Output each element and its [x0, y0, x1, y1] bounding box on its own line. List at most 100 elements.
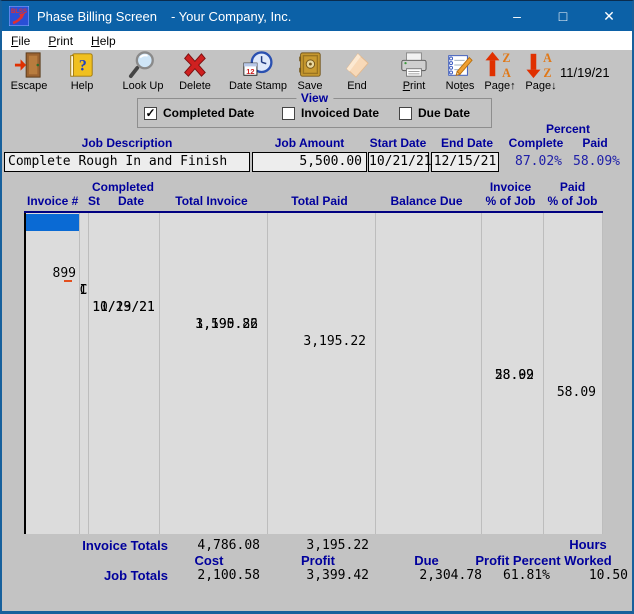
col-completed-label: Completed	[88, 180, 158, 194]
help-button[interactable]: ? Help	[60, 51, 104, 95]
cell-paid-pct[interactable]	[543, 384, 596, 401]
hours-label: Hours	[558, 537, 618, 552]
end-date-label: End Date	[434, 136, 500, 150]
col-invoice-pct-label: Invoice	[480, 180, 541, 194]
help-book-icon: ?	[67, 51, 97, 79]
checkbox-icon[interactable]	[282, 107, 295, 120]
profit-percent-label: Profit Percent	[468, 553, 568, 568]
checkbox-label: Due Date	[418, 106, 470, 120]
save-safe-icon	[295, 51, 325, 79]
grid-colline	[543, 213, 544, 534]
view-groupbox: View ✓ Completed Date Invoiced Date Due …	[137, 98, 492, 128]
checkbox-label: Completed Date	[163, 106, 254, 120]
grid-colline	[602, 213, 603, 534]
menu-help[interactable]: Help	[82, 34, 125, 48]
col-paid-pct-label: Paid	[542, 180, 603, 194]
job-amount-field[interactable]: 5,500.00	[252, 152, 367, 172]
job-totals-hours-worked: 10.50	[560, 568, 628, 583]
svg-text:BLSS: BLSS	[11, 9, 27, 15]
invoice-grid[interactable]: 897 C 10/23/21 3,195.22 3,195.22 58.09 5…	[24, 213, 603, 534]
svg-text:?: ?	[79, 58, 87, 75]
checkbox-label: Invoiced Date	[301, 106, 379, 120]
cell-date[interactable]: 11/19/21	[88, 299, 159, 316]
start-date-label: Start Date	[362, 136, 434, 150]
profit-label: Profit	[267, 553, 369, 568]
escape-door-icon	[14, 51, 44, 79]
job-totals-due: 2,304.78	[385, 568, 482, 583]
checkbox-icon[interactable]	[399, 107, 412, 120]
invoice-totals-paid: 3,195.22	[267, 538, 369, 553]
pagedown-az-icon: A Z	[526, 51, 556, 79]
magnifier-icon	[128, 51, 158, 79]
job-totals-cost: 2,100.58	[158, 568, 260, 583]
pageup-za-icon: Z A	[485, 51, 515, 79]
menu-bar: File Print Help	[2, 31, 632, 51]
printer-icon	[399, 51, 429, 79]
table-row[interactable]: 899 I 11/19/21 1,590.86 28.92	[26, 231, 603, 248]
delete-button[interactable]: Delete	[172, 51, 218, 95]
svg-text:Z: Z	[502, 51, 510, 65]
toolbar: Escape ? Help Look Up Delete	[2, 50, 632, 96]
invoice-totals-invoice: 4,786.08	[158, 538, 260, 553]
table-row[interactable]: 897 C 10/23/21 3,195.22 3,195.22 58.09 5…	[26, 214, 603, 231]
due-date-checkbox[interactable]: Due Date	[399, 106, 470, 120]
col-st-label: St	[88, 194, 100, 208]
col-invoice-label: Invoice #	[27, 194, 78, 208]
completed-date-checkbox[interactable]: ✓ Completed Date	[144, 106, 254, 120]
col-invoice-pct-sub: % of Job	[480, 194, 541, 208]
close-button[interactable]: ✕	[586, 1, 632, 31]
title-bar: BLSS Phase Billing Screen- Your Company,…	[2, 1, 632, 31]
grid-colline	[267, 213, 268, 534]
col-total-invoice-label: Total Invoice	[158, 194, 265, 208]
notes-button[interactable]: Notes	[438, 51, 482, 95]
datestamp-clock-icon: 12	[242, 51, 274, 79]
grid-colline	[159, 213, 160, 534]
job-totals-profit-percent: 61.81%	[482, 568, 550, 583]
cell-balance[interactable]	[375, 350, 475, 367]
worked-label: Worked	[558, 553, 618, 568]
datestamp-button[interactable]: 12 Date Stamp	[224, 51, 292, 95]
menu-file[interactable]: File	[2, 34, 39, 48]
delete-x-icon	[180, 51, 210, 79]
percent-label: Percent	[530, 122, 606, 136]
svg-text:12: 12	[246, 67, 254, 76]
svg-text:A: A	[502, 66, 511, 79]
menu-print[interactable]: Print	[39, 34, 82, 48]
due-label: Due	[379, 553, 474, 568]
cell-st[interactable]: I	[79, 282, 88, 299]
cell-invoice[interactable]: 899	[26, 265, 76, 282]
invoiced-date-checkbox[interactable]: Invoiced Date	[282, 106, 379, 120]
selection-highlight	[26, 214, 79, 231]
cell-invoice-pct[interactable]: 28.92	[481, 367, 534, 384]
pagedown-button[interactable]: A Z Page↓	[520, 51, 562, 95]
end-card-icon	[342, 51, 372, 79]
job-totals-label: Job Totals	[60, 568, 168, 583]
maximize-button[interactable]: □	[540, 1, 586, 31]
escape-button[interactable]: Escape	[4, 51, 54, 95]
current-date: 11/19/21	[560, 65, 630, 80]
print-button[interactable]: Print	[392, 51, 436, 95]
minimize-button[interactable]: –	[494, 1, 540, 31]
job-totals-profit: 3,399.42	[267, 568, 369, 583]
col-total-paid-label: Total Paid	[266, 194, 373, 208]
app-logo-icon: BLSS	[9, 6, 29, 26]
grid-colline	[375, 213, 376, 534]
job-description-field[interactable]: Complete Rough In and Finish	[4, 152, 250, 172]
pageup-button[interactable]: Z A Page↑	[480, 51, 520, 95]
svg-text:A: A	[543, 51, 552, 65]
invoice-totals-label: Invoice Totals	[60, 538, 168, 553]
job-amount-label: Job Amount	[252, 136, 367, 150]
cell-total-paid[interactable]	[267, 333, 366, 350]
start-date-field[interactable]: 10/21/21	[368, 152, 429, 172]
cost-label: Cost	[158, 553, 260, 568]
grid-colline	[79, 213, 80, 534]
checkbox-icon[interactable]: ✓	[144, 107, 157, 120]
percent-paid-value: 58.09%	[550, 154, 620, 169]
cell-total-invoice[interactable]: 1,590.86	[159, 316, 258, 333]
end-button[interactable]: End	[336, 51, 378, 95]
save-button[interactable]: Save	[290, 51, 330, 95]
col-paid-pct-sub: % of Job	[542, 194, 603, 208]
lookup-button[interactable]: Look Up	[116, 51, 170, 95]
notes-notepad-icon	[445, 51, 475, 79]
grid-colline	[88, 213, 89, 534]
